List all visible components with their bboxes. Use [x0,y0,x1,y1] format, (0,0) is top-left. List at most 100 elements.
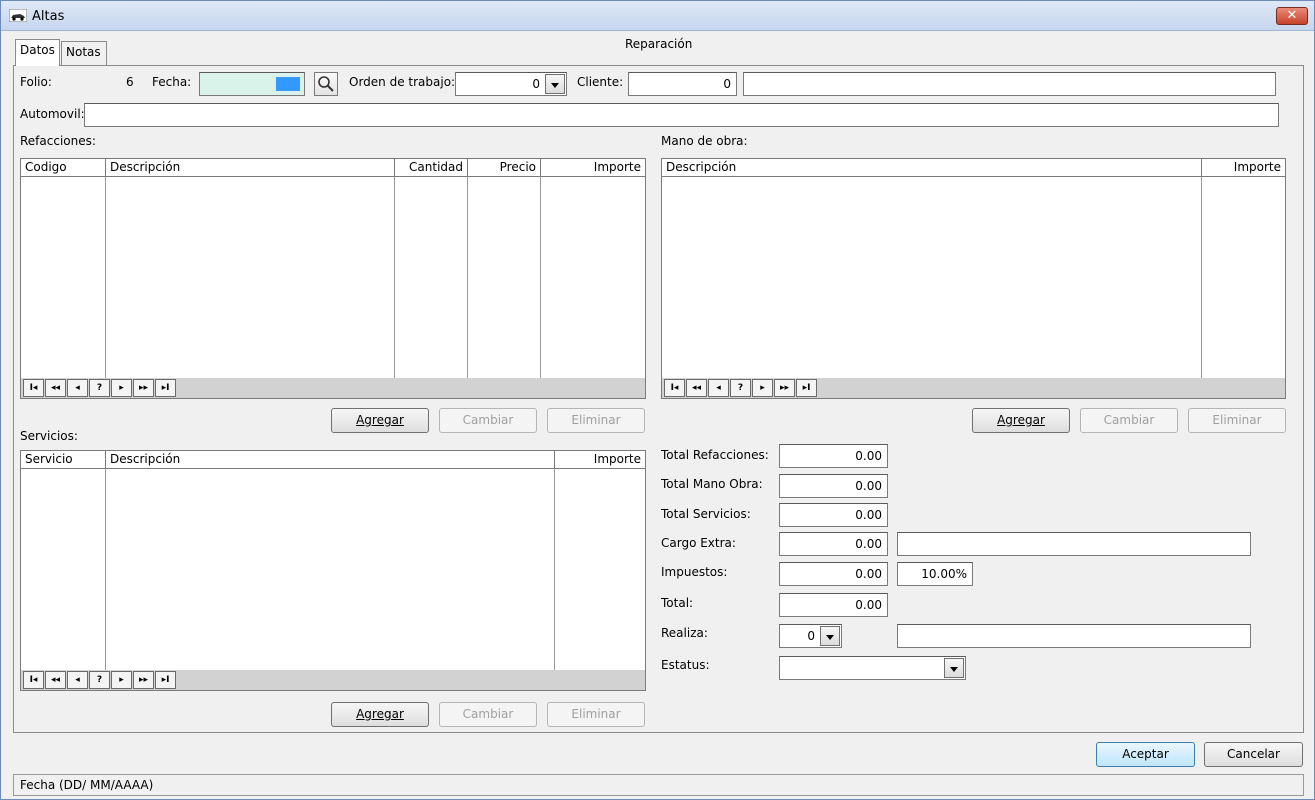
col-servicio[interactable]: Servicio [21,451,106,469]
tab-notas[interactable]: Notas [61,41,107,65]
estatus-select[interactable] [779,656,966,680]
orden-select[interactable]: 0 [455,72,567,96]
servicios-label: Servicios: [20,429,78,443]
impuestos-label: Impuestos: [661,565,728,579]
button-label: Eliminar [571,707,621,721]
col-cantidad[interactable]: Cantidad [395,159,468,177]
impuestos-field[interactable]: 0.00 [779,562,888,586]
search-button[interactable] [314,72,338,96]
total-label: Total: [661,596,694,610]
col-importe[interactable]: Importe [541,159,645,177]
tab-datos[interactable]: Datos [15,39,60,66]
col-descripcion[interactable]: Descripción [106,451,555,469]
mano-obra-change-button[interactable]: Cambiar [1080,408,1178,433]
fecha-input[interactable] [199,72,305,96]
date-picker-marker[interactable] [276,77,300,91]
chevron-down-icon[interactable] [944,658,964,678]
nav-prev-button[interactable]: ◂ [67,379,88,397]
button-label: Agregar [356,707,404,721]
realiza-name-input[interactable] [897,624,1251,648]
nav-first-button[interactable]: I◂ [23,379,44,397]
estatus-label: Estatus: [661,658,710,672]
total-field[interactable]: 0.00 [779,593,888,617]
cliente-name-input[interactable] [743,72,1276,96]
col-importe[interactable]: Importe [1202,159,1285,177]
nav-prev-page-button[interactable]: ◂◂ [45,379,66,397]
total-mano-obra-field[interactable]: 0.00 [779,474,888,498]
mano-obra-grid-header: Descripción Importe [662,159,1285,177]
orden-value: 0 [532,77,540,91]
nav-next-page-button[interactable]: ▸▸ [133,671,154,689]
realiza-select[interactable]: 0 [779,624,842,648]
servicios-change-button[interactable]: Cambiar [439,702,537,727]
mano-obra-delete-button[interactable]: Eliminar [1188,408,1286,433]
close-button[interactable]: ✕ [1276,7,1308,25]
nav-prev-page-button[interactable]: ◂◂ [686,379,707,397]
nav-next-button[interactable]: ▸ [752,379,773,397]
section-title: Reparación [625,37,693,51]
col-precio[interactable]: Precio [468,159,541,177]
cliente-id-input[interactable]: 0 [628,72,737,96]
cargo-extra-field[interactable]: 0.00 [779,532,888,556]
total-mano-obra-value: 0.00 [855,479,882,493]
nav-last-button[interactable]: ▸I [155,671,176,689]
nav-help-button[interactable]: ? [89,671,110,689]
servicios-add-button[interactable]: Agregar [331,702,429,727]
total-servicios-label: Total Servicios: [661,507,751,521]
nav-next-page-button[interactable]: ▸▸ [133,379,154,397]
refacciones-grid-header: Codigo Descripción Cantidad Precio Impor… [21,159,645,177]
title-bar[interactable]: Altas ✕ [1,1,1314,31]
status-text: Fecha (DD/ MM/AAAA) [20,778,154,792]
col-descripcion[interactable]: Descripción [106,159,395,177]
impuestos-pct-value: 10.00% [921,567,967,581]
grid-col-line [554,469,555,670]
grid-col-line [467,177,468,378]
button-label: Eliminar [571,413,621,427]
mano-obra-navigator: I◂ ◂◂ ◂ ? ▸ ▸▸ ▸I [662,378,1285,398]
servicios-grid[interactable]: Servicio Descripción Importe I◂ ◂◂ ◂ ? ▸… [20,450,646,691]
cargo-extra-desc-input[interactable] [897,532,1251,556]
impuestos-pct-field[interactable]: 10.00% [897,562,973,586]
refacciones-change-button[interactable]: Cambiar [439,408,537,433]
button-label: Cambiar [1103,413,1155,427]
nav-prev-page-button[interactable]: ◂◂ [45,671,66,689]
impuestos-value: 0.00 [855,567,882,581]
nav-first-button[interactable]: I◂ [664,379,685,397]
nav-next-button[interactable]: ▸ [111,671,132,689]
chevron-down-icon[interactable] [545,74,565,94]
nav-prev-button[interactable]: ◂ [708,379,729,397]
orden-label: Orden de trabajo: [349,75,456,89]
col-codigo[interactable]: Codigo [21,159,106,177]
button-label: Agregar [356,413,404,427]
button-label: Cambiar [462,413,514,427]
automovil-label: Automovil: [20,107,85,121]
nav-help-button[interactable]: ? [730,379,751,397]
refacciones-delete-button[interactable]: Eliminar [547,408,645,433]
refacciones-grid[interactable]: Codigo Descripción Cantidad Precio Impor… [20,158,646,399]
accept-button[interactable]: Aceptar [1096,742,1195,767]
automovil-input[interactable] [84,103,1279,127]
nav-next-page-button[interactable]: ▸▸ [774,379,795,397]
nav-prev-button[interactable]: ◂ [67,671,88,689]
nav-first-button[interactable]: I◂ [23,671,44,689]
refacciones-label: Refacciones: [20,134,96,148]
col-descripcion[interactable]: Descripción [662,159,1202,177]
total-refacciones-field[interactable]: 0.00 [779,444,888,468]
total-servicios-field[interactable]: 0.00 [779,503,888,527]
nav-help-button[interactable]: ? [89,379,110,397]
cancel-button[interactable]: Cancelar [1204,742,1303,767]
servicios-delete-button[interactable]: Eliminar [547,702,645,727]
col-importe[interactable]: Importe [555,451,645,469]
mano-obra-grid[interactable]: Descripción Importe I◂ ◂◂ ◂ ? ▸ ▸▸ ▸I [661,158,1286,399]
mano-obra-add-button[interactable]: Agregar [972,408,1070,433]
total-servicios-value: 0.00 [855,508,882,522]
servicios-grid-header: Servicio Descripción Importe [21,451,645,469]
cliente-label: Cliente: [577,75,624,89]
chevron-down-icon[interactable] [820,626,840,646]
nav-last-button[interactable]: ▸I [155,379,176,397]
nav-last-button[interactable]: ▸I [796,379,817,397]
refacciones-add-button[interactable]: Agregar [331,408,429,433]
button-label: Eliminar [1212,413,1262,427]
cargo-extra-value: 0.00 [855,537,882,551]
nav-next-button[interactable]: ▸ [111,379,132,397]
